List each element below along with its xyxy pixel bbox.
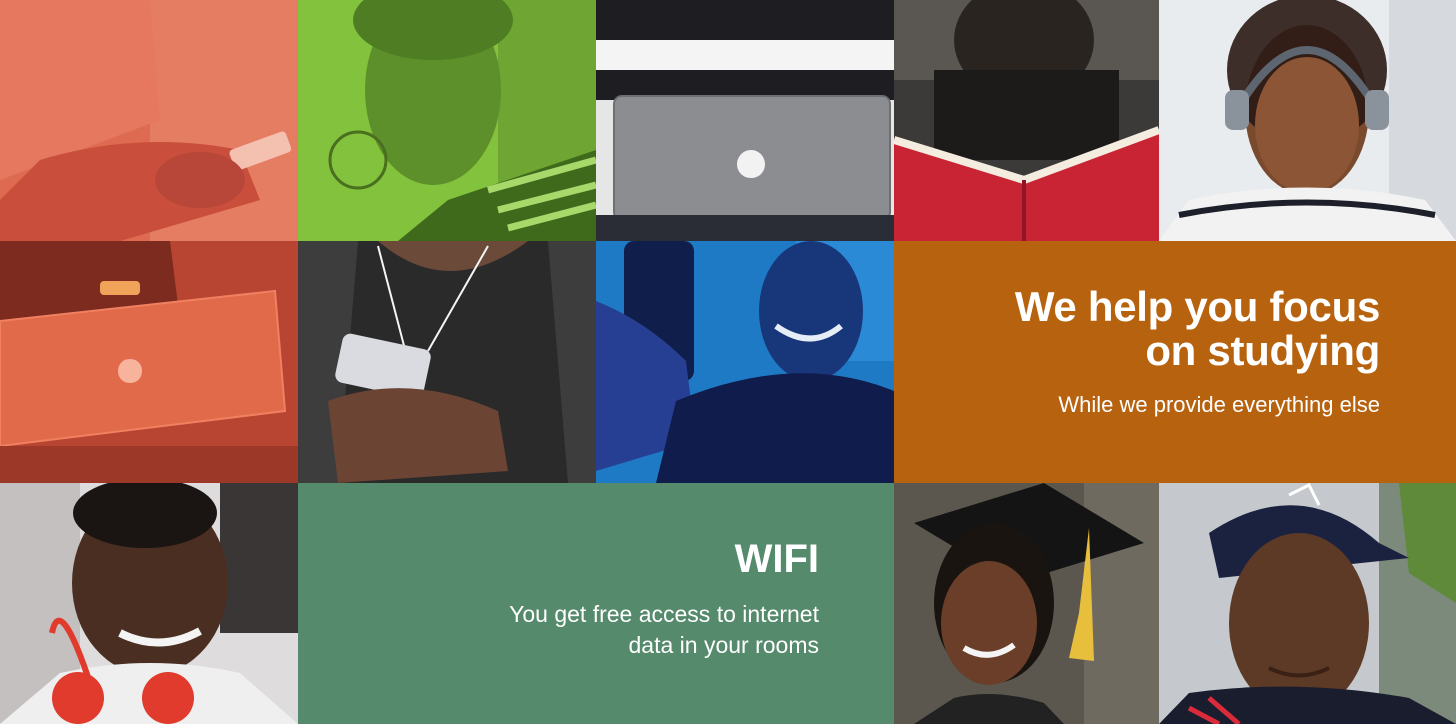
photo-student-earphones-phone: [298, 241, 596, 483]
photo-student-hoop-earrings: [298, 0, 596, 241]
focus-subheading: While we provide everything else: [1058, 392, 1380, 417]
wifi-description: You get free access to internet data in …: [419, 599, 819, 661]
wifi-description-line2: data in your rooms: [628, 632, 819, 658]
photo-student-reading-book: [894, 0, 1159, 241]
focus-heading: We help you focus on studying: [894, 285, 1380, 373]
wifi-description-line1: You get free access to internet: [509, 601, 819, 627]
wifi-promo-panel: WIFI You get free access to internet dat…: [298, 483, 894, 724]
photo-collage-grid: We help you focus on studying While we p…: [0, 0, 1456, 724]
photo-student-texting: [0, 0, 298, 241]
photo-student-selfie: [596, 241, 894, 483]
photo-student-laptop: [596, 0, 894, 241]
focus-promo-panel: We help you focus on studying While we p…: [894, 241, 1456, 483]
wifi-heading: WIFI: [734, 537, 819, 581]
focus-heading-line1: We help you focus: [1014, 283, 1380, 330]
focus-heading-line2: on studying: [1145, 327, 1380, 374]
photo-student-red-headphones: [0, 483, 298, 724]
photo-student-laptop-red: [0, 241, 298, 483]
photo-graduate-cap: [894, 483, 1159, 724]
photo-student-cap: [1159, 483, 1456, 724]
photo-student-headphones: [1159, 0, 1456, 241]
